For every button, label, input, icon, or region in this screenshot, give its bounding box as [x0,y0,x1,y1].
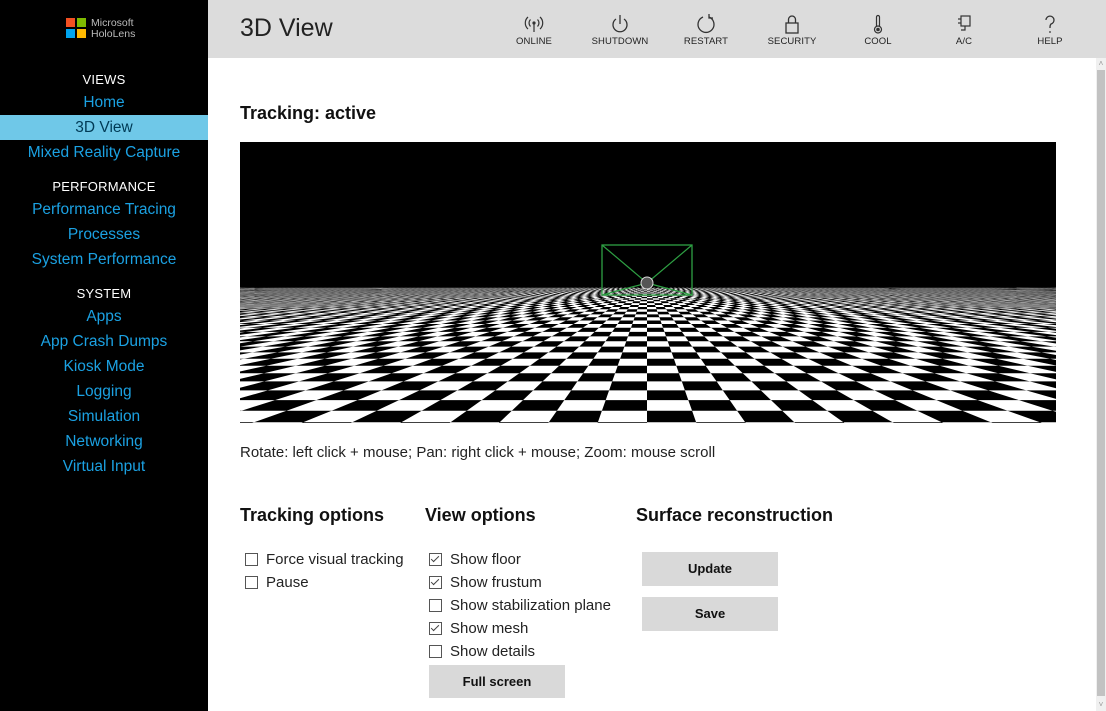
sidebar-item-home[interactable]: Home [0,90,208,115]
show-details-option[interactable]: Show details [429,640,611,663]
sidebar-item-processes[interactable]: Processes [0,222,208,247]
shutdown-label: SHUTDOWN [591,36,649,47]
scroll-down-icon[interactable]: ˅ [1096,700,1106,710]
show-floor-label: Show floor [450,551,521,568]
update-button[interactable]: Update [642,552,778,586]
force-visual-tracking-checkbox[interactable] [245,553,258,566]
sidebar-item-apps[interactable]: Apps [0,304,208,329]
power-icon [612,15,628,33]
show-details-label: Show details [450,643,536,660]
sidebar: Microsoft HoloLens VIEWS Home 3D View Mi… [0,0,208,711]
microsoft-logo-icon [66,18,86,38]
vertical-scrollbar[interactable]: ˄ ˅ [1096,58,1106,711]
pause-option[interactable]: Pause [245,571,404,594]
pause-label: Pause [266,574,309,591]
page-title: 3D View [240,14,333,42]
floor-grid [240,142,1056,423]
sidebar-item-app-crash-dumps[interactable]: App Crash Dumps [0,329,208,354]
full-screen-button[interactable]: Full screen [429,665,565,698]
sidebar-item-kiosk-mode[interactable]: Kiosk Mode [0,354,208,379]
online-label: ONLINE [516,36,552,47]
ac-label: A/C [955,36,973,47]
sidebar-nav: VIEWS Home 3D View Mixed Reality Capture… [0,70,208,479]
sidebar-item-3d-view[interactable]: 3D View [0,115,208,140]
lock-icon [785,15,799,34]
main-content: Tracking: active Rotate: left click + mo… [208,58,1096,711]
show-details-checkbox[interactable] [429,645,442,658]
security-button[interactable]: SECURITY [749,0,835,58]
ac-button[interactable]: A/C [921,0,1007,58]
pause-checkbox[interactable] [245,576,258,589]
device-sphere-icon [640,276,654,290]
show-mesh-label: Show mesh [450,620,529,637]
help-icon [1045,15,1055,33]
sidebar-item-mixed-reality-capture[interactable]: Mixed Reality Capture [0,140,208,165]
security-label: SECURITY [767,36,817,47]
save-button[interactable]: Save [642,597,778,631]
thermometer-icon [873,14,883,34]
show-stabilization-plane-option[interactable]: Show stabilization plane [429,594,611,617]
restart-label: RESTART [683,36,729,47]
sidebar-item-networking[interactable]: Networking [0,429,208,454]
view-options-title: View options [425,505,536,525]
sidebar-item-simulation[interactable]: Simulation [0,404,208,429]
force-visual-tracking-option[interactable]: Force visual tracking [245,548,404,571]
nav-section-system: SYSTEM [76,286,132,301]
3d-viewport[interactable] [240,142,1056,423]
show-mesh-option[interactable]: Show mesh [429,617,611,640]
sidebar-item-system-performance[interactable]: System Performance [0,247,208,272]
plug-icon [958,15,971,31]
sidebar-item-virtual-input[interactable]: Virtual Input [0,454,208,479]
show-stabilization-plane-label: Show stabilization plane [450,597,611,614]
cool-button[interactable]: COOL [835,0,921,58]
show-stabilization-plane-checkbox[interactable] [429,599,442,612]
show-floor-option[interactable]: Show floor [429,548,611,571]
logo-line2: HoloLens [91,28,136,40]
nav-section-performance: PERFORMANCE [52,179,156,194]
wireless-icon [524,16,544,32]
view-options-list: Show floor Show frustum Show stabilizati… [429,548,611,663]
restart-icon [697,14,715,33]
shutdown-button[interactable]: SHUTDOWN [577,0,663,58]
show-frustum-label: Show frustum [450,574,542,591]
online-button[interactable]: ONLINE [491,0,577,58]
scroll-up-icon[interactable]: ˄ [1096,59,1106,69]
sidebar-item-logging[interactable]: Logging [0,379,208,404]
show-frustum-option[interactable]: Show frustum [429,571,611,594]
show-mesh-checkbox[interactable] [429,622,442,635]
nav-section-views: VIEWS [82,72,126,87]
tracking-status: Tracking: active [240,103,377,123]
surface-reconstruction-title: Surface reconstruction [636,505,834,525]
microsoft-hololens-logo: Microsoft HoloLens [66,18,135,44]
show-frustum-checkbox[interactable] [429,576,442,589]
scrollbar-thumb[interactable] [1097,70,1105,696]
tracking-options-title: Tracking options [240,505,385,525]
restart-button[interactable]: RESTART [663,0,749,58]
cool-label: COOL [864,36,892,47]
help-label: HELP [1037,36,1063,47]
force-visual-tracking-label: Force visual tracking [266,551,404,568]
top-header: 3D View ONLINE SHUTDOWN RESTART SECURITY… [208,0,1106,58]
help-button[interactable]: HELP [1007,0,1093,58]
sidebar-item-performance-tracing[interactable]: Performance Tracing [0,197,208,222]
controls-hint: Rotate: left click + mouse; Pan: right c… [240,444,716,461]
show-floor-checkbox[interactable] [429,553,442,566]
tracking-options-list: Force visual tracking Pause [245,548,404,594]
